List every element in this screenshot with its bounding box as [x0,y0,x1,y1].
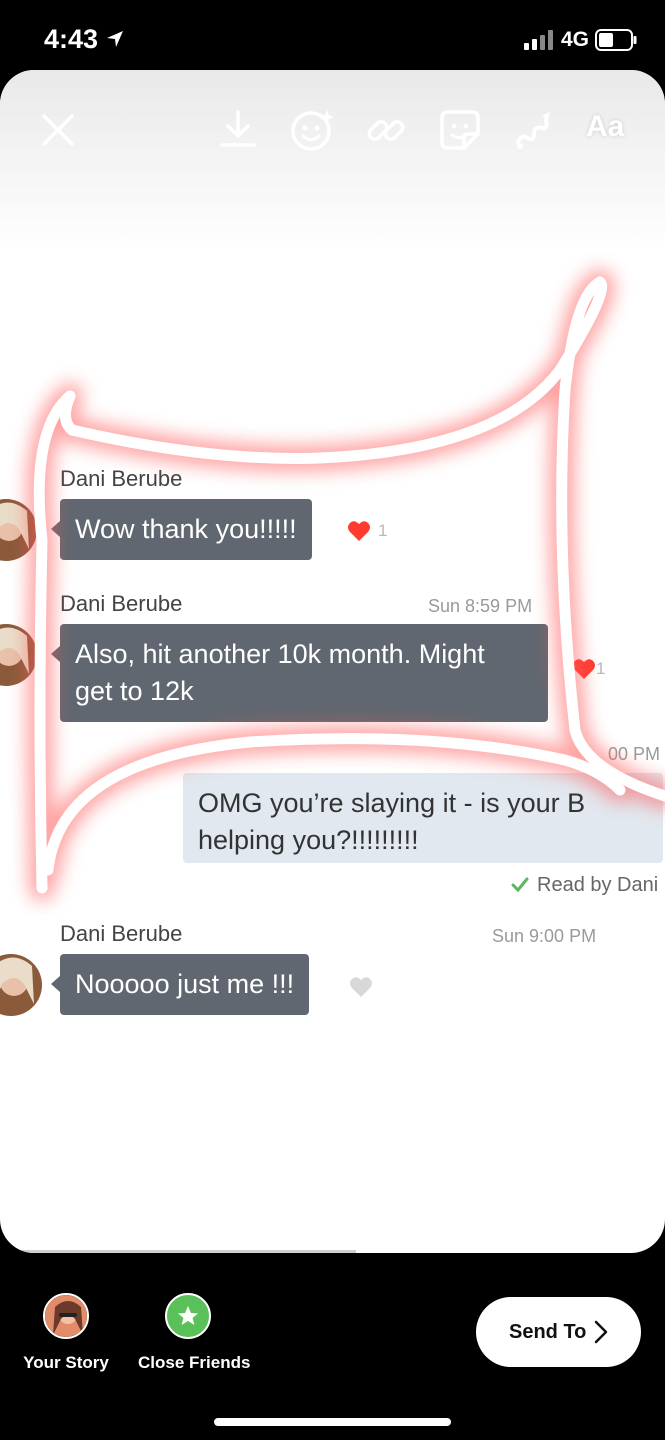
reaction-count: 1 [596,659,606,678]
sender-name: Dani Berube [60,591,183,616]
message-text-line: OMG you’re slaying it - is your B [198,788,586,818]
message-timestamp: 00 PM [608,744,661,764]
your-story-label: Your Story [23,1353,109,1372]
sender-avatar [0,624,37,686]
reaction-count: 1 [378,521,388,540]
close-icon [42,114,74,146]
signal-strength-icon [524,30,553,50]
sender-name: Dani Berube [60,921,183,946]
close-button[interactable] [36,108,80,152]
sender-name: Dani Berube [60,466,183,491]
close-friends-label: Close Friends [138,1353,251,1372]
message-text-line: Also, hit another 10k month. Might [75,639,485,669]
send-to-label: Send To [509,1321,587,1343]
read-receipt-text: Read by Dani [537,874,659,896]
message-text-line: get to 12k [75,676,194,706]
face-effects-icon [291,110,334,151]
close-friends-button[interactable]: Close Friends [138,1293,251,1373]
your-story-button[interactable]: Your Story [16,1293,116,1373]
status-bar: 4:43 4G [0,0,665,72]
sticker-icon [440,110,480,150]
heart-icon[interactable] [347,520,371,542]
sender-avatar [0,499,37,561]
download-icon [220,110,256,147]
network-type: 4G [561,28,590,51]
your-story-avatar [43,1293,89,1339]
heart-outline-icon[interactable] [349,976,373,998]
text-tool-button[interactable]: Aa [586,110,624,144]
message-timestamp: Sun 9:00 PM [492,926,597,946]
heart-icon[interactable] [572,658,596,680]
send-to-button[interactable]: Send To [476,1297,641,1367]
status-time: 4:43 [44,24,99,54]
download-button[interactable] [216,108,260,152]
close-friends-star-icon [165,1293,211,1339]
story-canvas[interactable]: Aa Dani Berube Wow thank you!!!!! 1 Dani… [0,70,665,1253]
checkmark-icon [511,877,529,893]
chevron-right-icon [594,1320,608,1344]
face-effects-button[interactable] [290,108,334,152]
message-text-line: helping you?!!!!!!!!! [198,825,419,855]
message-text: Wow thank you!!!!! [75,514,297,544]
draw-button[interactable] [512,108,556,152]
read-receipt: Read by Dani [511,874,658,897]
message-bubble[interactable]: Nooooo just me !!! [50,954,310,1015]
sticker-button[interactable] [438,108,482,152]
link-icon [367,120,405,141]
canvas-top-shade [0,70,665,250]
outgoing-message-bubble[interactable]: OMG you’re slaying it - is your B helpin… [183,773,663,863]
link-button[interactable] [364,108,408,152]
message-timestamp: Sun 8:59 PM [428,596,533,616]
sender-avatar [0,954,42,1016]
draw-icon [516,112,550,149]
message-bubble[interactable]: Also, hit another 10k month. Might get t… [51,624,548,722]
location-arrow-icon [107,31,123,47]
message-bubble[interactable]: Wow thank you!!!!! [51,499,312,560]
battery-icon [595,29,637,51]
story-scrubber [0,1250,356,1253]
home-indicator[interactable] [214,1418,451,1426]
message-text: Nooooo just me !!! [75,969,295,999]
